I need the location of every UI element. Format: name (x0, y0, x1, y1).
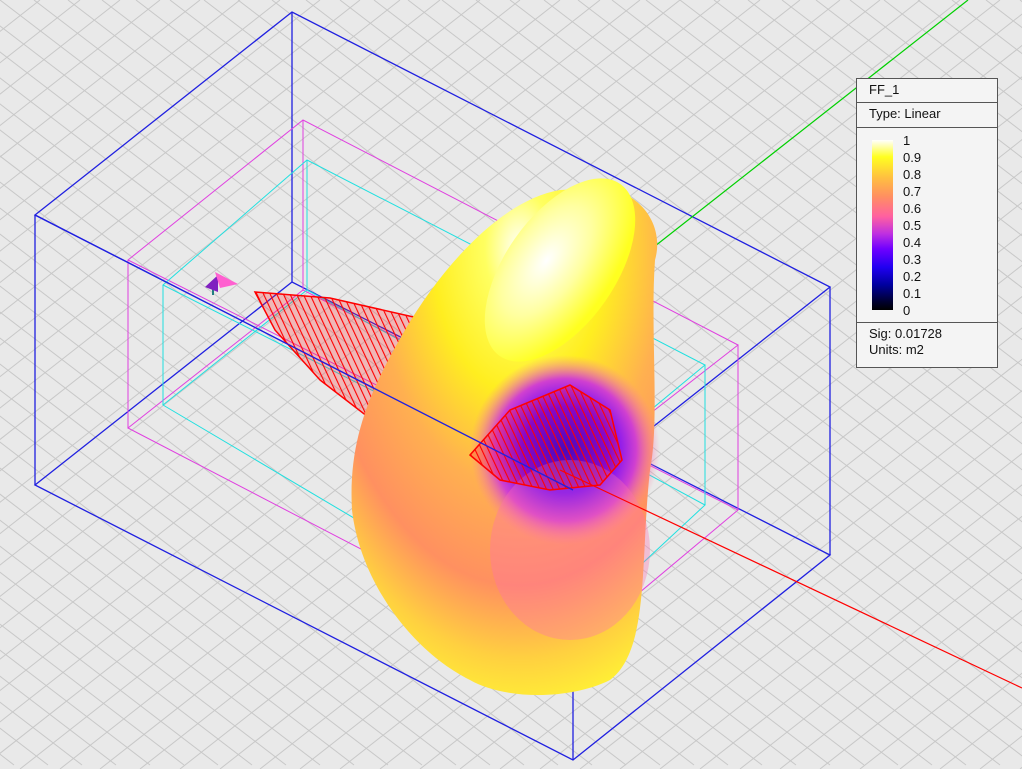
legend-scale: 1 0.9 0.8 0.7 0.6 0.5 0.4 0.3 0.2 0.1 0 (857, 128, 997, 323)
legend-tick: 0.8 (903, 167, 922, 182)
legend-tick: 0.4 (903, 235, 922, 250)
legend-tick: 0 (903, 303, 911, 318)
legend-tick: 1 (903, 133, 911, 148)
legend-footer: Sig: 0.01728 Units: m2 (857, 323, 997, 361)
legend-tick: 0.7 (903, 184, 922, 199)
legend-tick: 0.9 (903, 150, 922, 165)
legend-tick: 0.3 (903, 252, 922, 267)
legend-tick: 0.6 (903, 201, 922, 216)
origin-triad-icon (205, 272, 238, 295)
legend-units: Units: m2 (869, 342, 924, 357)
legend-type: Type: Linear (857, 103, 997, 128)
color-bar (872, 140, 893, 310)
color-legend: FF_1 Type: Linear 1 0.9 0.8 0.7 0.6 0.5 0.4 0.3… (856, 78, 998, 368)
legend-title: FF_1 (857, 79, 997, 103)
legend-ticks: 1 0.9 0.8 0.7 0.6 0.5 0.4 0.3 0.2 0.1 0 (903, 132, 921, 319)
legend-tick: 0.1 (903, 286, 922, 301)
legend-sig: Sig: 0.01728 (869, 326, 943, 341)
legend-tick: 0.5 (903, 218, 922, 233)
legend-tick: 0.2 (903, 269, 922, 284)
